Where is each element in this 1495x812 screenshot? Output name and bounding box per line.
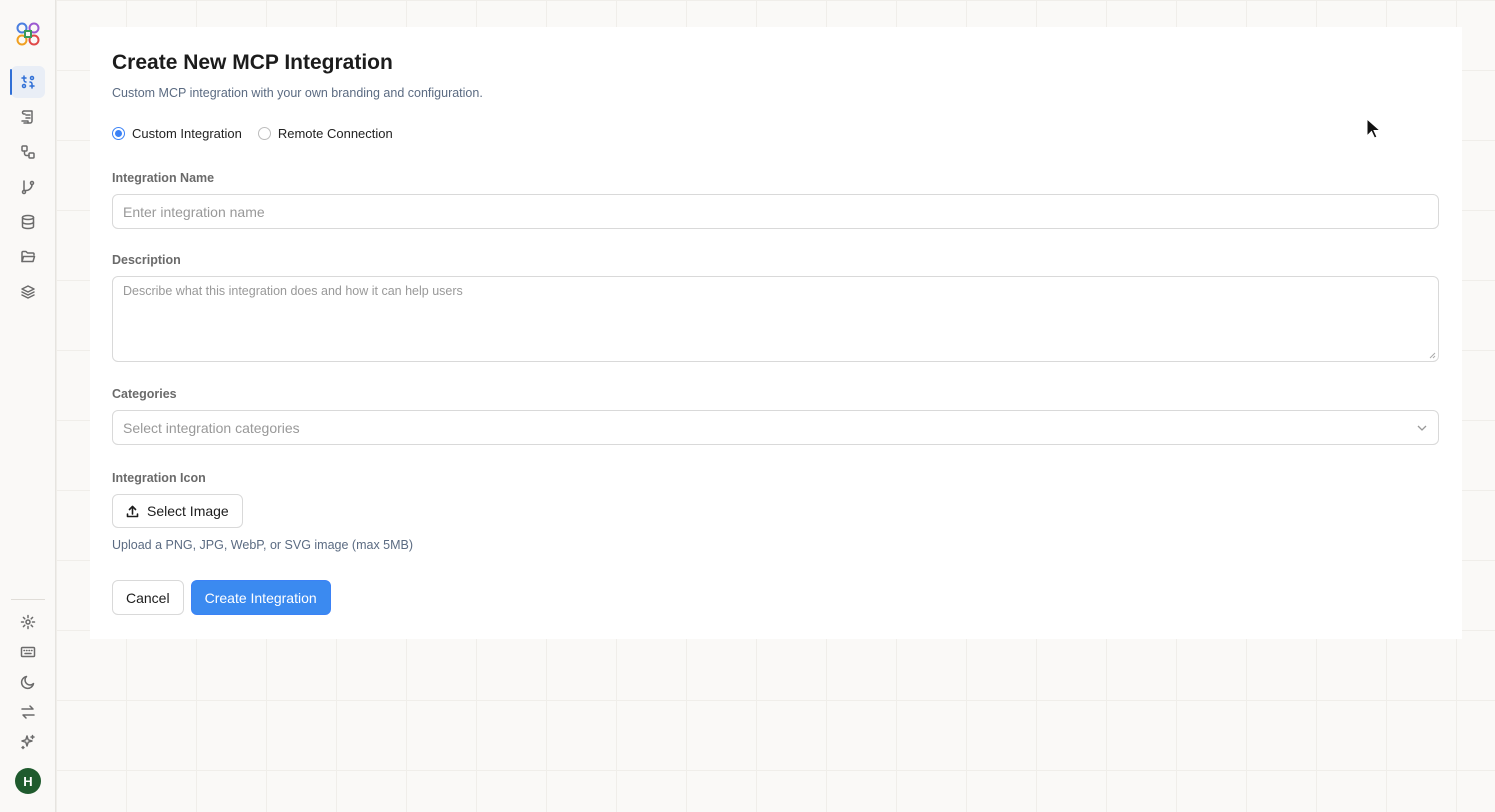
radio-unchecked-icon bbox=[257, 127, 271, 140]
layers-icon bbox=[20, 285, 35, 299]
input-placeholder: Enter integration name bbox=[123, 203, 265, 220]
textarea-placeholder: Describe what this integration does and … bbox=[123, 284, 463, 298]
moon-icon bbox=[20, 675, 35, 690]
integration-type-radio-group: Custom Integration Remote Connection bbox=[112, 126, 1440, 141]
nav-settings[interactable] bbox=[11, 608, 45, 636]
integrations-icon bbox=[20, 75, 35, 89]
integration-name-label: Integration Name bbox=[112, 171, 215, 185]
select-image-label: Select Image bbox=[147, 503, 229, 519]
nav-branches[interactable] bbox=[11, 171, 45, 203]
swap-icon bbox=[21, 705, 35, 719]
nav-database[interactable] bbox=[11, 206, 45, 238]
git-branch-icon bbox=[21, 180, 34, 195]
resize-handle-icon[interactable] bbox=[1429, 352, 1436, 359]
nav-integrations[interactable] bbox=[9, 66, 45, 98]
upload-icon bbox=[126, 505, 139, 517]
sidebar-divider bbox=[11, 599, 45, 600]
page-subtitle: Custom MCP integration with your own bra… bbox=[112, 86, 483, 100]
select-image-button[interactable]: Select Image bbox=[112, 494, 243, 528]
select-placeholder: Select integration categories bbox=[123, 419, 300, 436]
sidebar-bottom: H bbox=[0, 599, 56, 794]
integration-icon-label: Integration Icon bbox=[112, 471, 206, 485]
radio-checked-icon bbox=[112, 127, 125, 140]
nav-workflows[interactable] bbox=[11, 136, 45, 168]
radio-label: Custom Integration bbox=[132, 126, 242, 141]
radio-label: Remote Connection bbox=[277, 126, 393, 141]
radio-custom-integration[interactable]: Custom Integration bbox=[112, 126, 242, 141]
create-integration-form: Create New MCP Integration Custom MCP in… bbox=[90, 27, 1462, 639]
nav-logs[interactable] bbox=[11, 101, 45, 133]
chevron-down-icon bbox=[1417, 425, 1427, 431]
nav-whats-new[interactable] bbox=[11, 728, 45, 756]
nav-switch[interactable] bbox=[11, 698, 45, 726]
nav-keyboard-shortcuts[interactable] bbox=[11, 638, 45, 666]
database-icon bbox=[21, 214, 34, 230]
create-integration-button[interactable]: Create Integration bbox=[190, 580, 331, 615]
main-canvas: Create New MCP Integration Custom MCP in… bbox=[56, 0, 1495, 812]
categories-select[interactable]: Select integration categories bbox=[112, 410, 1439, 445]
sparkles-icon bbox=[21, 734, 35, 750]
app-window: H Create New MCP Integration Custom MCP … bbox=[0, 0, 1495, 812]
page-title: Create New MCP Integration bbox=[112, 51, 393, 74]
scroll-icon bbox=[20, 110, 33, 124]
integration-name-input[interactable]: Enter integration name bbox=[112, 194, 1439, 229]
nav-layers[interactable] bbox=[11, 276, 45, 308]
categories-label: Categories bbox=[112, 387, 177, 401]
workflow-icon bbox=[20, 145, 35, 159]
keyboard-icon bbox=[20, 646, 36, 658]
nav-files[interactable] bbox=[11, 241, 45, 273]
upload-hint: Upload a PNG, JPG, WebP, or SVG image (m… bbox=[112, 538, 414, 552]
description-textarea[interactable]: Describe what this integration does and … bbox=[112, 276, 1439, 362]
folder-icon bbox=[20, 250, 35, 263]
settings-icon bbox=[20, 614, 36, 630]
radio-remote-connection[interactable]: Remote Connection bbox=[257, 126, 393, 141]
avatar[interactable]: H bbox=[15, 768, 41, 794]
mouse-cursor-icon bbox=[1366, 118, 1380, 139]
sidebar: H bbox=[0, 0, 56, 812]
description-label: Description bbox=[112, 253, 181, 267]
app-logo-icon[interactable] bbox=[14, 20, 42, 48]
nav-theme-toggle[interactable] bbox=[11, 668, 45, 696]
cancel-button[interactable]: Cancel bbox=[112, 580, 184, 615]
form-actions: Cancel Create Integration bbox=[112, 580, 1440, 615]
